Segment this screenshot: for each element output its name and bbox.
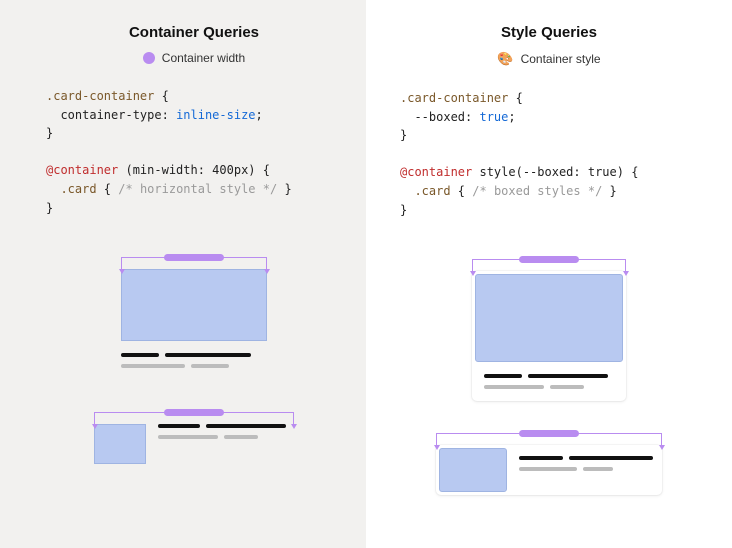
legend-container-style: 🎨 Container style <box>497 51 600 67</box>
card-vertical <box>121 269 267 368</box>
legend-text: Container width <box>162 51 245 65</box>
text-line <box>191 364 229 368</box>
width-indicator-icon <box>472 251 626 275</box>
text-line <box>519 467 577 471</box>
text-line <box>519 456 563 460</box>
text-line <box>121 353 159 357</box>
container-queries-column: Container Queries Container width .card-… <box>0 0 366 548</box>
width-indicator-icon <box>121 249 267 273</box>
text-line <box>165 353 251 357</box>
image-placeholder <box>439 448 507 492</box>
card-boxed-vertical <box>472 271 626 401</box>
code-snippet-container-queries: .card-container { container-type: inline… <box>46 87 342 217</box>
width-indicator-icon <box>94 404 294 428</box>
image-placeholder <box>475 274 623 362</box>
card-boxed-horizontal <box>436 445 662 495</box>
legend-text: Container style <box>521 52 601 66</box>
palette-icon: 🎨 <box>497 51 513 67</box>
heading-style-queries: Style Queries <box>501 24 597 41</box>
text-line <box>528 374 608 378</box>
image-placeholder <box>121 269 267 341</box>
text-line <box>550 385 584 389</box>
width-indicator-icon <box>436 425 662 449</box>
text-line <box>224 435 258 439</box>
heading-container-queries: Container Queries <box>129 24 259 41</box>
style-queries-column: Style Queries 🎨 Container style .card-co… <box>366 0 732 548</box>
purple-dot-icon <box>143 52 155 64</box>
card-horizontal <box>94 424 294 464</box>
text-line <box>158 435 218 439</box>
text-line <box>569 456 653 460</box>
code-snippet-style-queries: .card-container { --boxed: true; } @cont… <box>400 89 698 219</box>
text-line <box>484 374 522 378</box>
illustration-container-queries <box>46 249 342 464</box>
image-placeholder <box>94 424 146 464</box>
text-line <box>583 467 613 471</box>
illustration-style-queries <box>400 251 698 495</box>
legend-container-width: Container width <box>143 51 245 65</box>
text-line <box>121 364 185 368</box>
text-line <box>484 385 544 389</box>
